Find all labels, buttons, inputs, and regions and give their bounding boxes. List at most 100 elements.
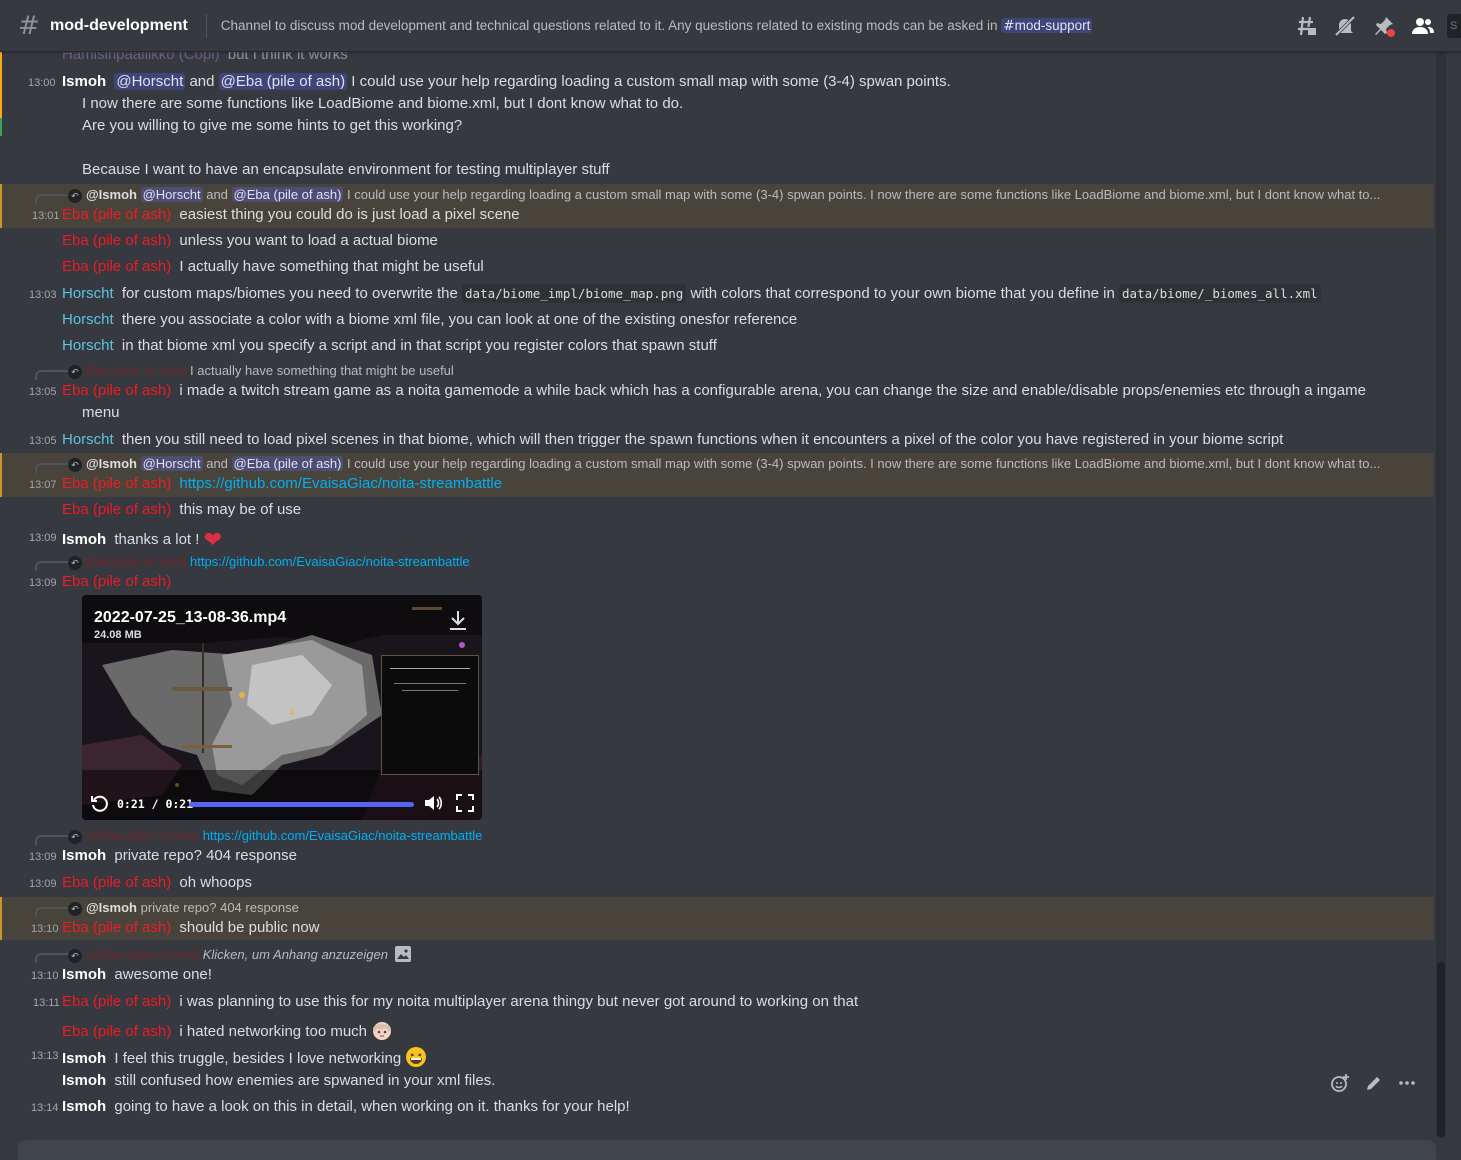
image-icon [394,946,411,965]
username[interactable]: Horscht [62,337,114,354]
reply-preview[interactable]: ↶ Eba (pile of ash) https://github.com/Ev… [68,554,470,570]
reply-preview[interactable]: ↶ @Eba (pile of ash) Klicken, um Anhang a… [68,946,411,965]
reply-link[interactable]: https://github.com/EvaisaGiac/noita-stre… [203,828,483,843]
timestamp: 13:10 [31,923,59,935]
user-mention[interactable]: @Eba (pile of ash) [231,187,344,202]
add-reaction-icon[interactable] [1330,1073,1350,1098]
reply-icon: ↶ [68,948,82,963]
edit-pencil-icon[interactable] [1365,1074,1383,1097]
topic-text: Channel to discuss mod development and t… [220,17,998,33]
threads-icon[interactable] [1294,14,1318,38]
username[interactable]: Ismoh [62,966,106,983]
reply-text: and [206,187,228,202]
timestamp: 13:09 [29,878,57,890]
username[interactable]: Horscht [62,311,114,328]
user-mention[interactable]: @Eba (pile of ash) [231,456,344,471]
video-ingame-menu [381,655,479,775]
download-icon[interactable] [448,609,468,635]
reply-spine [35,463,69,473]
notification-bell-muted-icon[interactable] [1333,14,1357,38]
user-mention[interactable]: @Horscht [140,187,203,202]
username[interactable]: Eba (pile of ash) [62,382,171,399]
message-text: should be public now [179,919,320,936]
header-divider [205,13,207,38]
username[interactable]: Eba (pile of ash) [62,874,171,891]
message: Horscht for custom maps/biomes you need … [62,284,1321,303]
username[interactable]: Eba (pile of ash) [62,573,171,590]
username[interactable]: Ismoh [62,1050,106,1067]
user-mention[interactable]: @Horscht [140,456,203,471]
message-text: I feel this truggle, besides I love netw… [114,1050,402,1067]
username[interactable]: Ismoh [62,847,106,864]
message-text: I could use your help regarding loading … [351,73,951,90]
message: Eba (pile of ash) i was planning to use … [62,993,858,1010]
user-mention[interactable]: @Eba (pile of ash) [218,73,348,90]
user-mention[interactable]: @Horscht [114,73,186,90]
reply-author[interactable]: @Ismoh [86,187,137,202]
video-attachment[interactable]: 2022-07-25_13-08-36.mp4 24.08 MB 0:21 / … [82,595,482,820]
volume-icon[interactable] [423,794,443,816]
reply-author[interactable]: Eba (pile of ash) [86,554,186,569]
message: Eba (pile of ash) [62,573,175,590]
message-text: there you associate a color with a biome… [121,311,798,328]
message: Ismoh still confused how enemies are spw… [62,1072,495,1089]
pinned-messages-icon[interactable] [1372,14,1396,38]
username[interactable]: Eba (pile of ash) [62,1023,171,1040]
message-text: unless you want to load a actual biome [179,232,438,249]
username[interactable]: Eba (pile of ash) [62,475,171,492]
username[interactable]: Eba (pile of ash) [62,919,171,936]
reply-preview[interactable]: ↶ @Eba (pile of ash) https://github.com/E… [68,828,482,844]
message-text: easiest thing you could do is just load … [179,206,520,223]
message-text: Are you willing to give me some hints to… [82,117,463,134]
message-composer[interactable] [18,1140,1436,1160]
reply-preview[interactable]: ↶ @Ismoh @Horscht and @Eba (pile of ash) … [68,456,1380,472]
timestamp: 13:00 [28,77,56,89]
reply-author[interactable]: @Eba (pile of ash) [86,947,199,962]
message-link[interactable]: https://github.com/EvaisaGiac/noita-stre… [179,475,502,492]
reply-icon: ↶ [68,901,82,916]
username[interactable]: Eba (pile of ash) [62,993,171,1010]
username[interactable]: Eba (pile of ash) [62,258,171,275]
message: Ismoh @Horscht and @Eba (pile of ash) I … [62,73,951,90]
username[interactable]: Ismoh [62,73,106,90]
username[interactable]: Horscht [62,431,114,448]
reply-text: and [206,456,228,471]
username[interactable]: Eba (pile of ash) [62,232,171,249]
username[interactable]: Ismoh [62,531,106,548]
replay-icon[interactable] [90,794,108,816]
search-input[interactable]: S [1447,14,1461,38]
reply-author[interactable]: @Ismoh [86,900,137,915]
username[interactable]: Ismoh [62,1098,106,1115]
username[interactable]: Horscht [62,285,114,302]
username[interactable]: Eba (pile of ash) [62,206,171,223]
topic-channel-mention[interactable]: #mod-support [1001,17,1093,34]
reply-spine [35,953,69,963]
reply-author[interactable]: @Eba (pile of ash) [86,828,199,843]
message: Eba (pile of ash) i hated networking too… [62,1019,393,1045]
message: Ismoh thanks a lot ! ❤ [62,528,222,553]
mention-strip [0,118,2,136]
channel-topic[interactable]: Channel to discuss mod development and t… [220,17,1093,34]
more-options-icon[interactable] [1398,1074,1416,1097]
message-text: Because I want to have an encapsulate en… [82,161,610,178]
reply-preview[interactable]: ↶ @Ismoh private repo? 404 response [68,900,299,916]
reply-author[interactable]: Eba (pile of ash) [86,363,186,378]
username[interactable]: Ismoh [62,1072,106,1089]
reply-spine [35,907,69,917]
reply-preview[interactable]: ↶ @Ismoh @Horscht and @Eba (pile of ash) … [68,187,1380,203]
reply-text: I could use your help regarding loading … [347,456,1381,471]
member-list-icon[interactable] [1411,14,1435,38]
fullscreen-icon[interactable] [456,794,474,816]
heart-emoji-icon: ❤ [203,528,223,553]
message: Horscht then you still need to load pixe… [62,431,1283,448]
reply-author[interactable]: @Ismoh [86,456,137,471]
reply-link[interactable]: https://github.com/EvaisaGiac/noita-stre… [190,554,470,569]
message: Ismoh private repo? 404 response [62,847,297,864]
username[interactable]: Eba (pile of ash) [62,501,171,518]
video-progress-bar[interactable] [189,802,414,807]
message-text: I now there are some functions like Load… [82,95,684,112]
scrollbar-thumb[interactable] [1437,962,1445,1137]
reply-text: Klicken, um Anhang anzuzeigen [202,947,388,962]
reply-icon: ↶ [68,555,82,570]
reply-preview[interactable]: ↶ Eba (pile of ash) I actually have somet… [68,363,454,379]
